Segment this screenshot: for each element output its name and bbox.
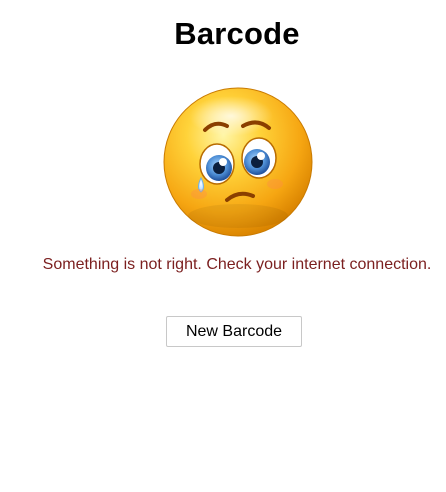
barcode-page: Barcode Something is not right. Check yo… (0, 0, 446, 492)
sad-face-emoji-icon (161, 86, 315, 238)
new-barcode-button[interactable]: New Barcode (166, 316, 302, 347)
error-message: Something is not right. Check your inter… (42, 256, 432, 273)
page-title: Barcode (174, 16, 300, 51)
